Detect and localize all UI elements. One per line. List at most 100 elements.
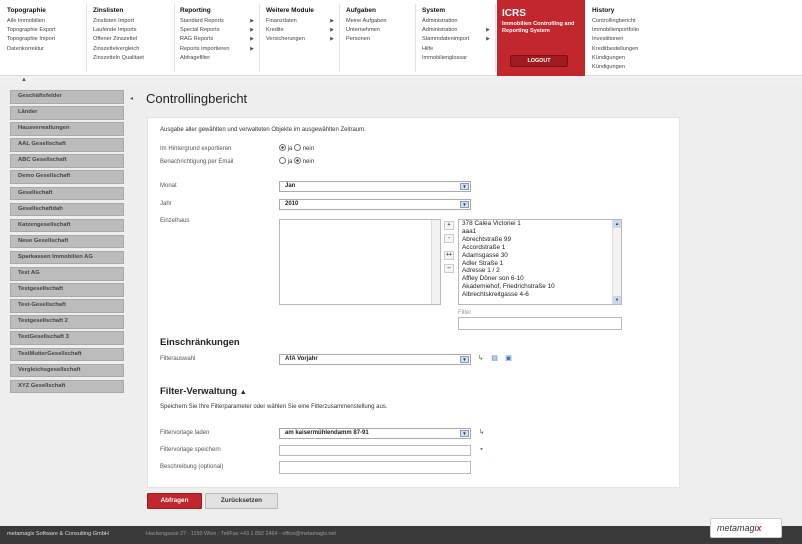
menu-item[interactable]: Topographie Export: [3, 26, 86, 35]
menu-item[interactable]: RAG Reports ▶: [176, 35, 259, 44]
menu-item[interactable]: Topographie Import: [3, 35, 86, 44]
menu-title[interactable]: Zinslisten: [93, 7, 174, 14]
selected-houses-list[interactable]: [279, 219, 441, 305]
sidebar-item[interactable]: Gesellschaftdah: [10, 202, 124, 217]
list-item[interactable]: 378 Calea Victoriei 1: [459, 220, 621, 228]
menu-system[interactable]: System Administration Administration ▶ St…: [418, 4, 496, 72]
menu-item[interactable]: Immobilienportfolio: [588, 26, 668, 35]
sidebar-item[interactable]: Demo Gesellschaft: [10, 170, 124, 184]
list-item[interactable]: Affley Döner son 6-10: [459, 275, 621, 283]
menu-item[interactable]: Unternehmen: [342, 26, 415, 35]
menu-item[interactable]: Personen: [342, 35, 415, 44]
description-input[interactable]: [279, 461, 471, 474]
menu-item[interactable]: Stammdatenimport ▶: [418, 35, 495, 44]
add-all-button[interactable]: ++: [444, 251, 454, 260]
menu-item[interactable]: Reports Importieren ▶: [176, 45, 259, 54]
menu-reporting[interactable]: Reporting Standard Reports ▶ Special Repo…: [176, 4, 260, 72]
houses-list[interactable]: 378 Calea Victoriei 1 aaa1 Abrechtstraße 9…: [458, 219, 622, 305]
filter-select[interactable]: AfA Vorjahr ▼: [279, 354, 471, 365]
menu-item[interactable]: Kredite ▶: [262, 26, 339, 35]
menu-weitere-module[interactable]: Weitere Module Finanzdaten ▶ Kredite ▶ Ver…: [262, 4, 340, 72]
menu-item[interactable]: Immobilienglossar: [418, 54, 495, 63]
houses-scrollbar[interactable]: ▲ ▼: [612, 220, 621, 304]
logout-button[interactable]: LOGOUT: [510, 55, 568, 67]
sidebar-item[interactable]: Test-Gesellschaft: [10, 299, 124, 313]
menu-item[interactable]: Kündigungen: [588, 63, 668, 72]
month-select[interactable]: Jan ▼: [279, 181, 471, 192]
menu-title[interactable]: Reporting: [180, 7, 259, 14]
sidebar-item[interactable]: Geschäftsfelder: [10, 90, 124, 104]
menu-item[interactable]: Zinszetteln Qualitaet: [89, 54, 174, 63]
year-select[interactable]: 2010 ▼: [279, 199, 471, 210]
menu-item[interactable]: Datenkorrektur: [3, 45, 86, 54]
save-template-input[interactable]: [279, 445, 471, 456]
chevron-down-icon[interactable]: ▼: [460, 201, 469, 208]
chevron-down-icon[interactable]: ▼: [460, 430, 469, 437]
menu-item[interactable]: Investitionen: [588, 35, 668, 44]
menu-title[interactable]: System: [422, 7, 495, 14]
list-item[interactable]: Abrechtstraße 99: [459, 236, 621, 244]
sidebar-item[interactable]: Testgesellschaft 2: [10, 315, 124, 329]
notify-no-radio[interactable]: [294, 157, 302, 164]
menu-item[interactable]: Administration: [418, 17, 495, 26]
sidebar-item[interactable]: Testgesellschaft: [10, 283, 124, 297]
menu-item[interactable]: Kreditbestellungen: [588, 45, 668, 54]
chevron-down-icon[interactable]: ▼: [460, 356, 469, 363]
submit-button[interactable]: Abfragen: [147, 493, 202, 509]
new-filter-icon[interactable]: ↳: [476, 355, 485, 363]
sidebar-item[interactable]: Gesellschaft: [10, 186, 124, 201]
add-one-button[interactable]: +: [444, 221, 454, 230]
sidebar-item[interactable]: Vergleichsgesellschaft: [10, 363, 124, 378]
edit-filter-icon[interactable]: ▤: [490, 355, 499, 363]
menu-zinslisten[interactable]: Zinslisten Zinslisten Import Laufende Im…: [89, 4, 175, 72]
background-yes-radio[interactable]: [279, 144, 286, 151]
load-template-select[interactable]: am kaisermühlendamm 87-91 ▼: [279, 428, 471, 439]
scroll-down-icon[interactable]: ▼: [613, 296, 621, 304]
houses-filter-input[interactable]: [458, 317, 622, 330]
list-item[interactable]: Adamsgasse 30: [459, 252, 621, 260]
chevron-down-icon[interactable]: ▼: [460, 183, 469, 190]
collapse-up-icon[interactable]: ▲: [240, 389, 247, 396]
remove-all-button[interactable]: --: [444, 264, 454, 273]
list-item[interactable]: Adresse 1 / 2: [459, 267, 621, 275]
menu-item[interactable]: Laufende Imports: [89, 26, 174, 35]
scrollbar[interactable]: [431, 220, 440, 304]
menu-item[interactable]: Zinszettelvergleich: [89, 45, 174, 54]
scroll-up-icon[interactable]: ▲: [613, 220, 621, 228]
background-no-radio[interactable]: [294, 144, 302, 151]
list-item[interactable]: Adler Straße 1: [459, 260, 621, 268]
menu-item[interactable]: Meine Aufgaben: [342, 17, 415, 26]
sidebar-item[interactable]: ABC Gesellschaft: [10, 154, 124, 168]
list-item[interactable]: Accordstraße 1: [459, 244, 621, 252]
list-item[interactable]: Albrechtskreitgasse 4-6: [459, 291, 621, 299]
menu-aufgaben[interactable]: Aufgaben Meine Aufgaben Unternehmen Pers…: [342, 4, 416, 72]
menu-item[interactable]: Zinslisten Import: [89, 17, 174, 26]
sidebar-item[interactable]: Sparkassen Immobilien AG: [10, 250, 124, 265]
menu-title[interactable]: History: [592, 7, 668, 14]
sidebar-item[interactable]: Test AG: [10, 267, 124, 281]
menu-item[interactable]: Alle Immobilien: [3, 17, 86, 26]
menu-item[interactable]: Standard Reports ▶: [176, 17, 259, 26]
reset-button[interactable]: Zurücksetzen: [205, 493, 278, 509]
menu-item[interactable]: Hilfe: [418, 45, 495, 54]
menu-item[interactable]: Versicherungen ▶: [262, 35, 339, 44]
copy-filter-icon[interactable]: ▣: [504, 355, 513, 363]
menu-history[interactable]: History Controllingbericht Immobilienpor…: [588, 4, 668, 72]
sidebar-item[interactable]: Neue Gesellschaft: [10, 234, 124, 249]
menu-title[interactable]: Aufgaben: [346, 7, 415, 14]
sidebar-collapse-icon[interactable]: ◂: [130, 95, 133, 102]
menu-item[interactable]: Special Reports ▶: [176, 26, 259, 35]
menu-title[interactable]: Weitere Module: [266, 7, 339, 14]
load-template-icon[interactable]: ↳: [477, 429, 486, 437]
filter-management-heading[interactable]: Filter-Verwaltung ▲: [160, 386, 247, 397]
sidebar-item[interactable]: Katzengesellschaft: [10, 218, 124, 233]
sidebar-item[interactable]: XYZ Gesellschaft: [10, 379, 124, 394]
menu-title[interactable]: Topographie: [7, 7, 86, 14]
sidebar-item[interactable]: Länder: [10, 106, 124, 120]
menu-topographie[interactable]: Topographie Alle Immobilien Topographie …: [3, 4, 87, 72]
sidebar-item[interactable]: TestMutterGesellschaft: [10, 347, 124, 361]
notify-yes-radio[interactable]: [279, 157, 286, 164]
menu-item[interactable]: Abfragefilter: [176, 54, 259, 63]
menu-item[interactable]: Kündigungen: [588, 54, 668, 63]
menu-item[interactable]: Controllingbericht: [588, 17, 668, 26]
